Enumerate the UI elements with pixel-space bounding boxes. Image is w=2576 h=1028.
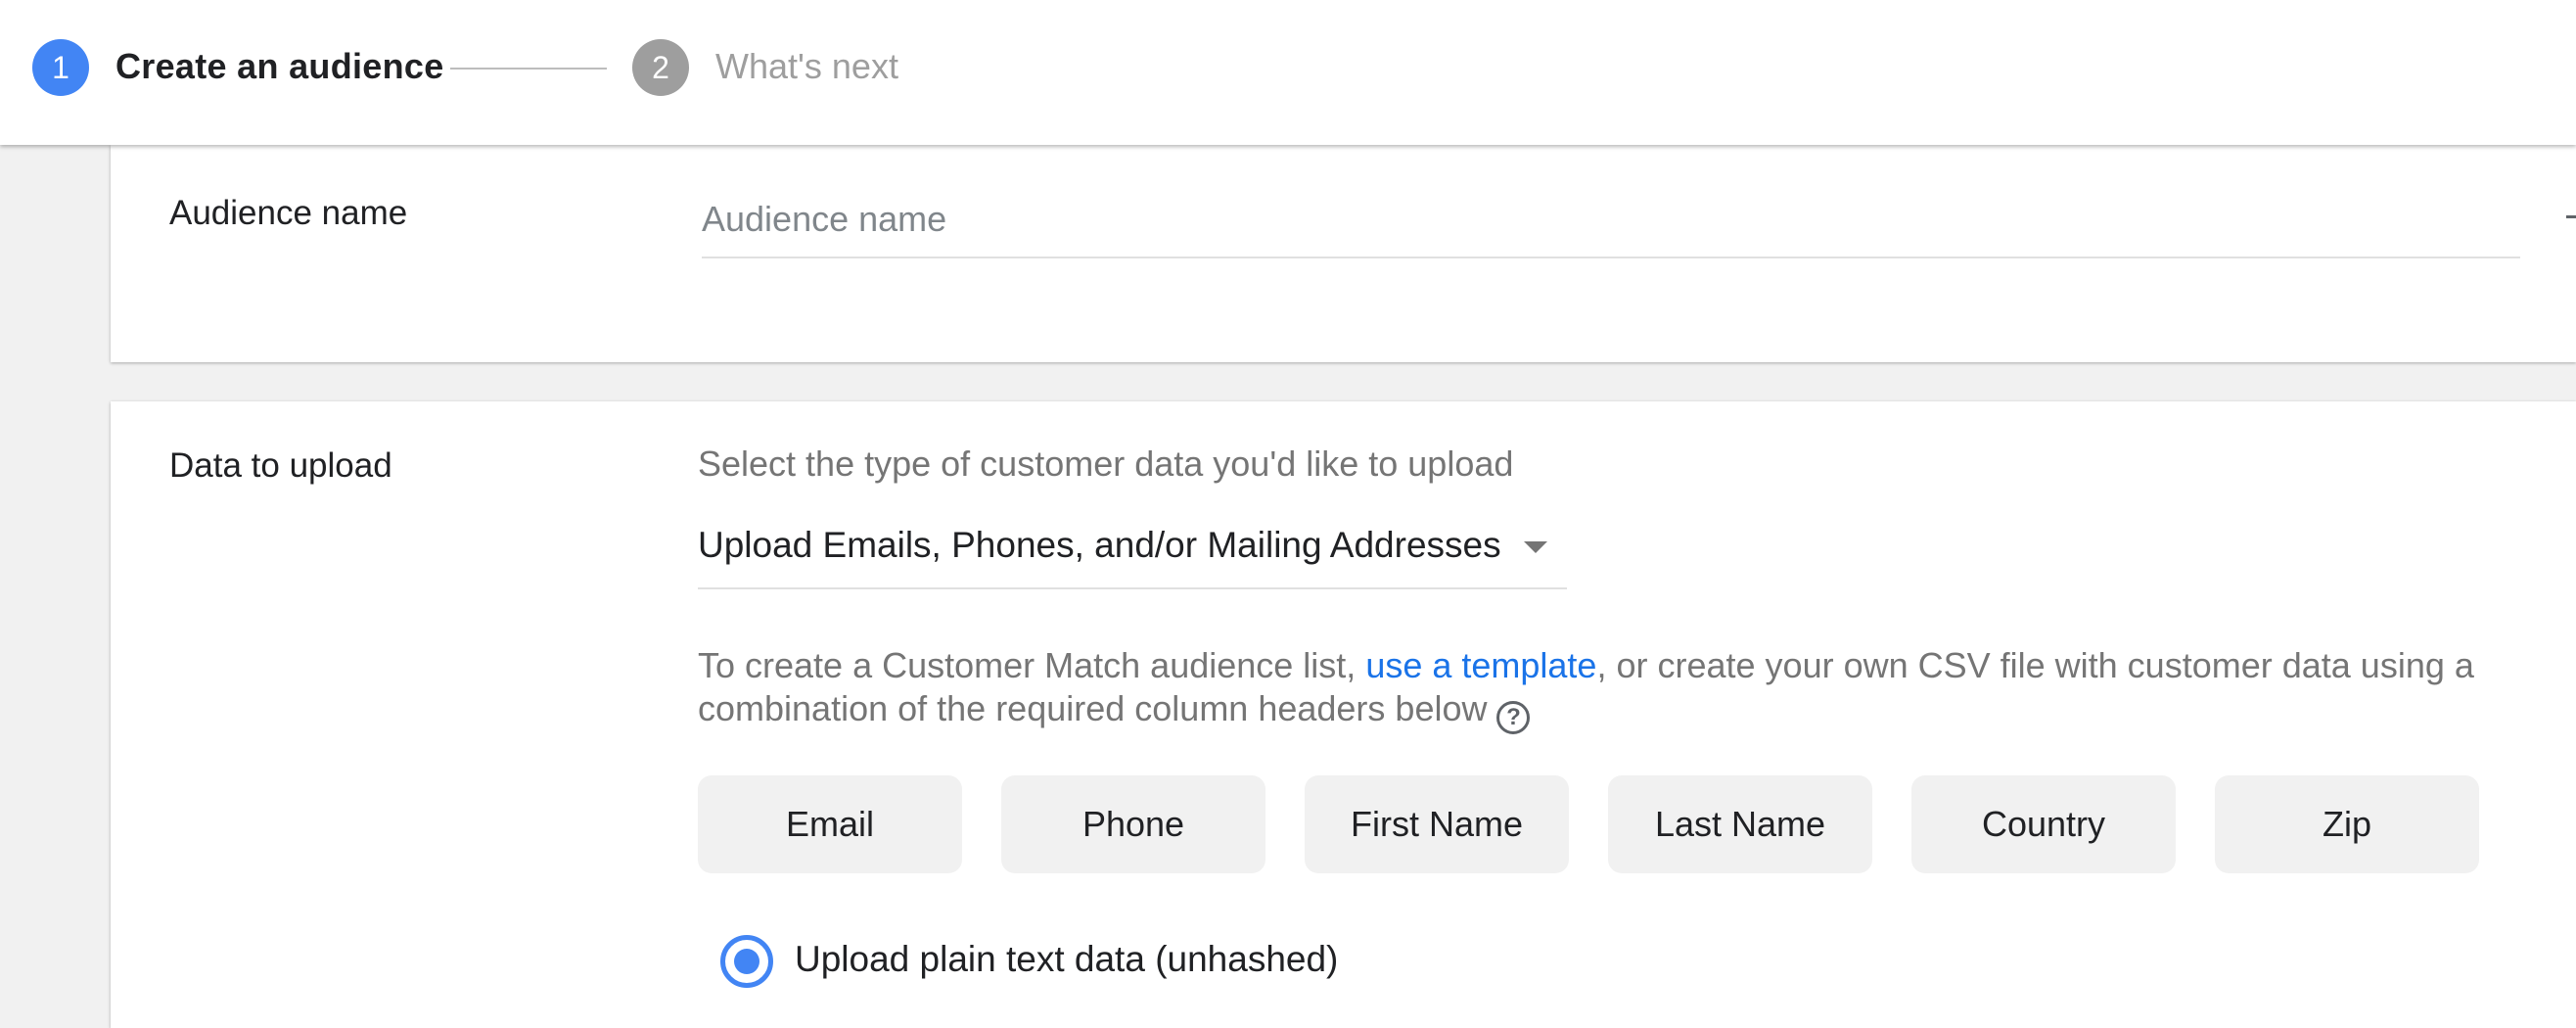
use-template-link[interactable]: use a template (1365, 645, 1596, 685)
data-type-dropdown[interactable]: Upload Emails, Phones, and/or Mailing Ad… (698, 519, 1567, 589)
step-1-number[interactable]: 1 (32, 39, 89, 96)
column-chip-last-name: Last Name (1608, 775, 1872, 873)
column-chip-first-name: First Name (1305, 775, 1569, 873)
chevron-down-icon (1524, 541, 1547, 553)
char-counter-edge (2566, 215, 2576, 218)
step-2-label[interactable]: What's next (715, 43, 898, 90)
radio-selected-dot (734, 949, 759, 974)
data-type-hint: Select the type of customer data you'd l… (698, 444, 1514, 484)
data-upload-label: Data to upload (169, 446, 392, 485)
plain-text-radio[interactable] (720, 935, 773, 988)
stepper-header: 1 Create an audience 2 What's next (0, 0, 2576, 145)
audience-name-label: Audience name (169, 194, 408, 232)
plain-text-radio-label[interactable]: Upload plain text data (unhashed) (795, 936, 1338, 983)
customer-match-info: To create a Customer Match audience list… (698, 644, 2557, 734)
step-2-number[interactable]: 2 (632, 39, 689, 96)
info-text-start: To create a Customer Match audience list… (698, 645, 1366, 685)
help-icon[interactable]: ? (1496, 701, 1531, 734)
column-chip-email: Email (698, 775, 962, 873)
step-1-label[interactable]: Create an audience (115, 43, 444, 90)
column-chip-zip: Zip (2215, 775, 2479, 873)
column-chip-country: Country (1911, 775, 2176, 873)
audience-name-input[interactable] (702, 194, 2520, 258)
data-type-selected: Upload Emails, Phones, and/or Mailing Ad… (698, 525, 1501, 565)
column-chip-phone: Phone (1001, 775, 1265, 873)
step-connector (450, 68, 607, 70)
